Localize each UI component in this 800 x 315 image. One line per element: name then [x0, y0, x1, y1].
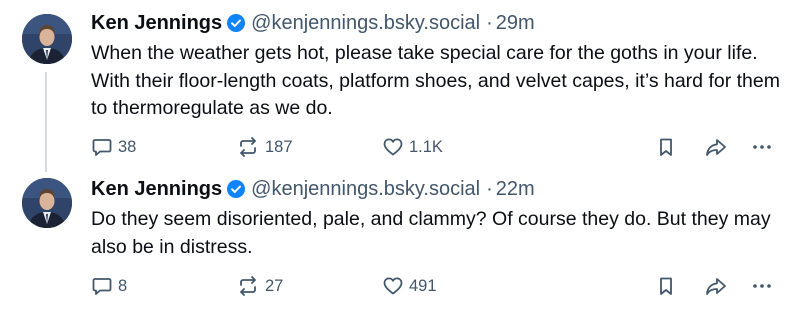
- like-count: 1.1K: [409, 137, 443, 156]
- post-text: Do they seem disoriented, pale, and clam…: [91, 208, 771, 258]
- bookmark-icon: [655, 275, 677, 297]
- repost-button[interactable]: 27: [236, 271, 283, 301]
- post-header: Ken Jennings @kenjennings.bsky.social · …: [91, 8, 535, 38]
- post-timestamp[interactable]: 22m: [496, 178, 535, 201]
- bookmark-icon: [655, 136, 677, 158]
- share-arrow-icon: [704, 275, 728, 297]
- post-timestamp[interactable]: 29m: [496, 12, 535, 35]
- verified-badge-icon: [227, 14, 246, 32]
- author-handle[interactable]: @kenjennings.bsky.social: [251, 178, 480, 201]
- ellipsis-icon: [750, 275, 774, 297]
- post-actions: 38 187 1.1K: [0, 132, 800, 162]
- separator-dot: ·: [486, 177, 493, 200]
- post-text: When the weather gets hot, please take s…: [91, 42, 780, 119]
- reply-button[interactable]: 38: [91, 132, 136, 162]
- repost-button[interactable]: 187: [236, 132, 293, 162]
- share-button[interactable]: [704, 271, 728, 301]
- speech-bubble-icon: [91, 136, 113, 158]
- verified-badge-icon: [227, 180, 246, 198]
- speech-bubble-icon: [91, 275, 113, 297]
- reply-button[interactable]: 8: [91, 271, 127, 301]
- separator-dot: ·: [486, 11, 493, 34]
- like-button[interactable]: 491: [382, 271, 437, 301]
- repost-arrows-icon: [236, 275, 260, 297]
- more-options-button[interactable]: [750, 271, 774, 301]
- share-button[interactable]: [704, 132, 728, 162]
- post-header: Ken Jennings @kenjennings.bsky.social · …: [91, 174, 535, 204]
- bookmark-button[interactable]: [655, 271, 677, 301]
- author-handle[interactable]: @kenjennings.bsky.social: [251, 12, 480, 35]
- like-button[interactable]: 1.1K: [382, 132, 443, 162]
- repost-arrows-icon: [236, 136, 260, 158]
- avatar[interactable]: [22, 14, 72, 64]
- reply-count: 38: [118, 137, 137, 156]
- reply-count: 8: [118, 276, 128, 295]
- repost-count: 187: [265, 137, 293, 156]
- share-arrow-icon: [704, 136, 728, 158]
- repost-count: 27: [265, 276, 284, 295]
- author-name[interactable]: Ken Jennings: [91, 178, 222, 201]
- post[interactable]: Ken Jennings @kenjennings.bsky.social · …: [0, 0, 800, 172]
- heart-icon: [382, 275, 404, 297]
- post[interactable]: Ken Jennings @kenjennings.bsky.social · …: [0, 168, 800, 315]
- author-name[interactable]: Ken Jennings: [91, 12, 222, 35]
- avatar[interactable]: [22, 178, 72, 228]
- like-count: 491: [409, 276, 437, 295]
- ellipsis-icon: [750, 136, 774, 158]
- heart-icon: [382, 136, 404, 158]
- post-actions: 8 27 491: [0, 271, 800, 301]
- bookmark-button[interactable]: [655, 132, 677, 162]
- more-options-button[interactable]: [750, 132, 774, 162]
